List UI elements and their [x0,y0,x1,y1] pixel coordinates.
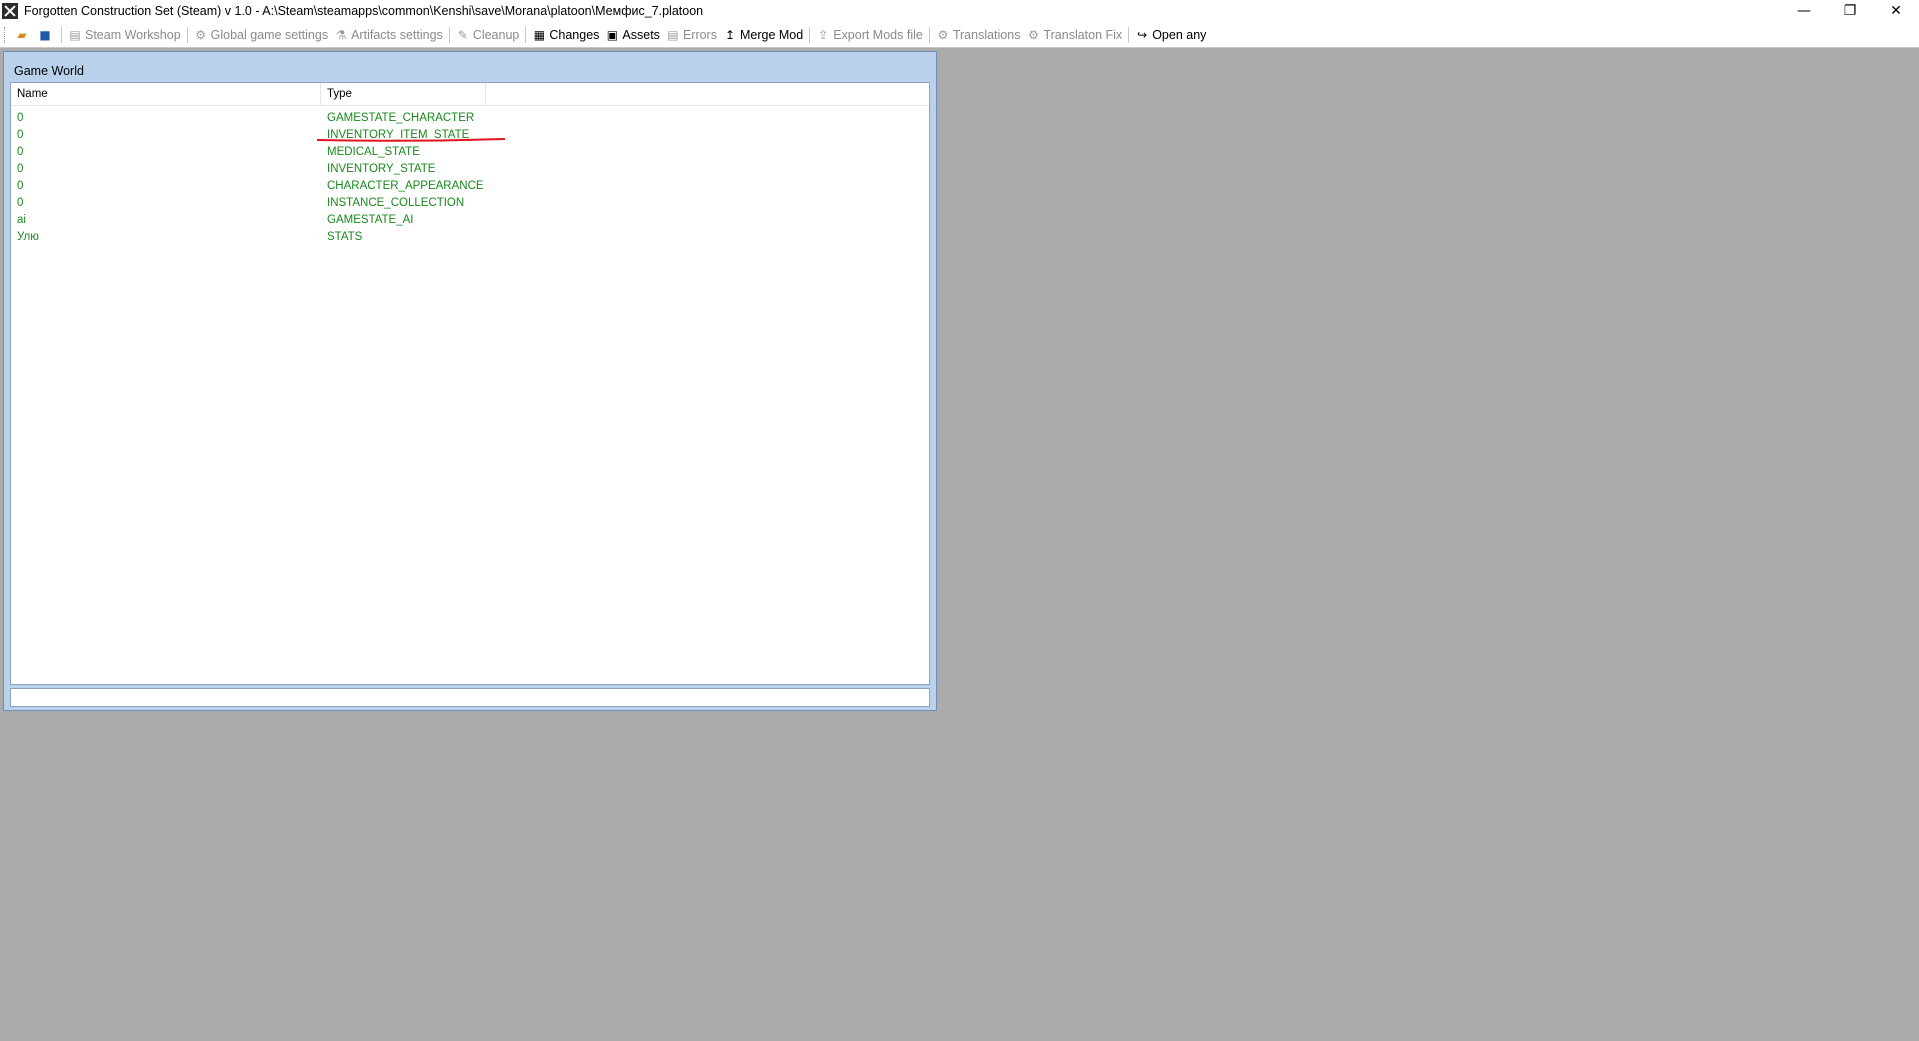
toolbar: ▰ ■ ▤ Steam Workshop ⚙ Global game settings… [0,22,1919,48]
assets-button[interactable]: ▣ Assets [602,24,663,46]
toolbar-item-label: Cleanup [472,27,520,42]
list-item[interactable]: 0 MEDICAL_STATE [11,144,484,161]
save-icon: ■ [39,27,51,42]
export-icon: ⇪ [818,27,829,42]
list-item[interactable]: 0 INVENTORY_STATE [11,161,484,178]
global-game-settings-button[interactable]: ⚙ Global game settings [191,24,331,46]
toolbar-item-label: Export Mods file [833,27,923,42]
artifacts-settings-button[interactable]: ⚗ Artifacts settings [331,24,446,46]
toolbar-item-label: Open any [1152,27,1207,42]
column-header-name[interactable]: Name [11,83,321,105]
restore-button[interactable]: ❐ [1827,0,1873,22]
app-icon [2,3,18,19]
red-annotation-line [316,138,506,142]
translations-button[interactable]: ⚙ Translations [933,24,1024,46]
assets-icon: ▣ [606,27,619,42]
merge-mod-button[interactable]: ↥ Merge Mod [720,24,806,46]
export-mods-file-button[interactable]: ⇪ Export Mods file [813,24,926,46]
open-any-icon: ↪ [1137,27,1148,42]
item-type: GAMESTATE_CHARACTER [327,112,475,124]
list-item[interactable]: Улю STATS [11,229,484,246]
save-button[interactable]: ■ [35,24,58,46]
toolbar-separator [448,26,450,43]
open-folder-button[interactable]: ▰ [12,24,35,46]
item-type: GAMESTATE_AI [327,214,414,226]
toolbar-item-label: Changes [549,27,600,42]
close-button[interactable]: ✕ [1873,0,1919,22]
open-any-button[interactable]: ↪ Open any [1132,24,1209,46]
steam-icon: ▤ [69,27,81,42]
game-world-window: Game World Name Type 0 GAMESTATE_CHARACTE… [3,51,937,711]
toolbar-separator [928,26,930,43]
toolbar-item-label: Steam Workshop [85,27,181,42]
toolbar-item-label: Global game settings [210,27,329,42]
item-type: STATS [327,231,363,243]
broom-icon: ✎ [457,27,468,42]
toolbar-item-label: Errors [682,27,717,42]
minimize-button[interactable]: — [1781,0,1827,22]
merge-icon: ↥ [724,27,735,42]
cleanup-button[interactable]: ✎ Cleanup [453,24,523,46]
item-name: 0 [17,180,24,192]
changes-button[interactable]: ▦ Changes [529,24,602,46]
open-folder-icon: ▰ [17,27,27,42]
toolbar-item-label: Translaton Fix [1043,27,1123,42]
item-name: 0 [17,129,24,141]
translations-icon: ⚙ [937,27,949,42]
toolbar-separator [1128,26,1130,43]
item-type: CHARACTER_APPEARANCE [327,180,484,192]
item-type: INVENTORY_STATE [327,163,436,175]
errors-button[interactable]: ▤ Errors [663,24,720,46]
title-bar: Forgotten Construction Set (Steam) v 1.0… [0,0,1919,22]
toolbar-separator [525,26,527,43]
status-field [10,688,930,707]
artifact-icon: ⚗ [335,27,347,42]
item-name: 0 [17,197,24,209]
item-type: INSTANCE_COLLECTION [327,197,465,209]
gear-icon: ⚙ [195,27,207,42]
list-item[interactable]: ai GAMESTATE_AI [11,212,484,229]
list-item[interactable]: 0 GAMESTATE_CHARACTER [11,110,484,127]
list-rows: 0 GAMESTATE_CHARACTER 0 INVENTORY_ITEM_STAT… [11,110,484,246]
window-controls: — ❐ ✕ [1781,0,1919,22]
item-name: 0 [17,146,24,158]
item-name: 0 [17,112,24,124]
errors-icon: ▤ [667,27,679,42]
toolbar-separator [61,26,62,43]
item-name: Улю [17,231,39,243]
window-title: Forgotten Construction Set (Steam) v 1.0… [24,4,704,18]
toolbar-item-label: Artifacts settings [351,27,443,42]
item-type: MEDICAL_STATE [327,146,420,158]
toolbar-separator [186,26,188,43]
toolbar-separator [809,26,811,43]
toolbar-item-label: Translations [952,27,1021,42]
translation-fix-icon: ⚙ [1028,27,1039,42]
item-name: 0 [17,163,24,175]
item-name: ai [17,214,26,226]
toolbar-item-label: Merge Mod [739,27,804,42]
game-world-list[interactable]: Name Type 0 GAMESTATE_CHARACTER 0 INVENTORY… [10,82,930,685]
steam-workshop-button[interactable]: ▤ Steam Workshop [65,24,184,46]
list-item[interactable]: 0 CHARACTER_APPEARANCE [11,178,484,195]
game-world-title: Game World [14,64,84,78]
toolbar-item-label: Assets [622,27,660,42]
list-item[interactable]: 0 INSTANCE_COLLECTION [11,195,484,212]
translaton-fix-button[interactable]: ⚙ Translaton Fix [1023,24,1125,46]
column-header-type[interactable]: Type [321,83,486,105]
list-header: Name Type [11,83,929,106]
changes-icon: ▦ [533,27,546,42]
toolbar-grip[interactable] [4,26,8,43]
